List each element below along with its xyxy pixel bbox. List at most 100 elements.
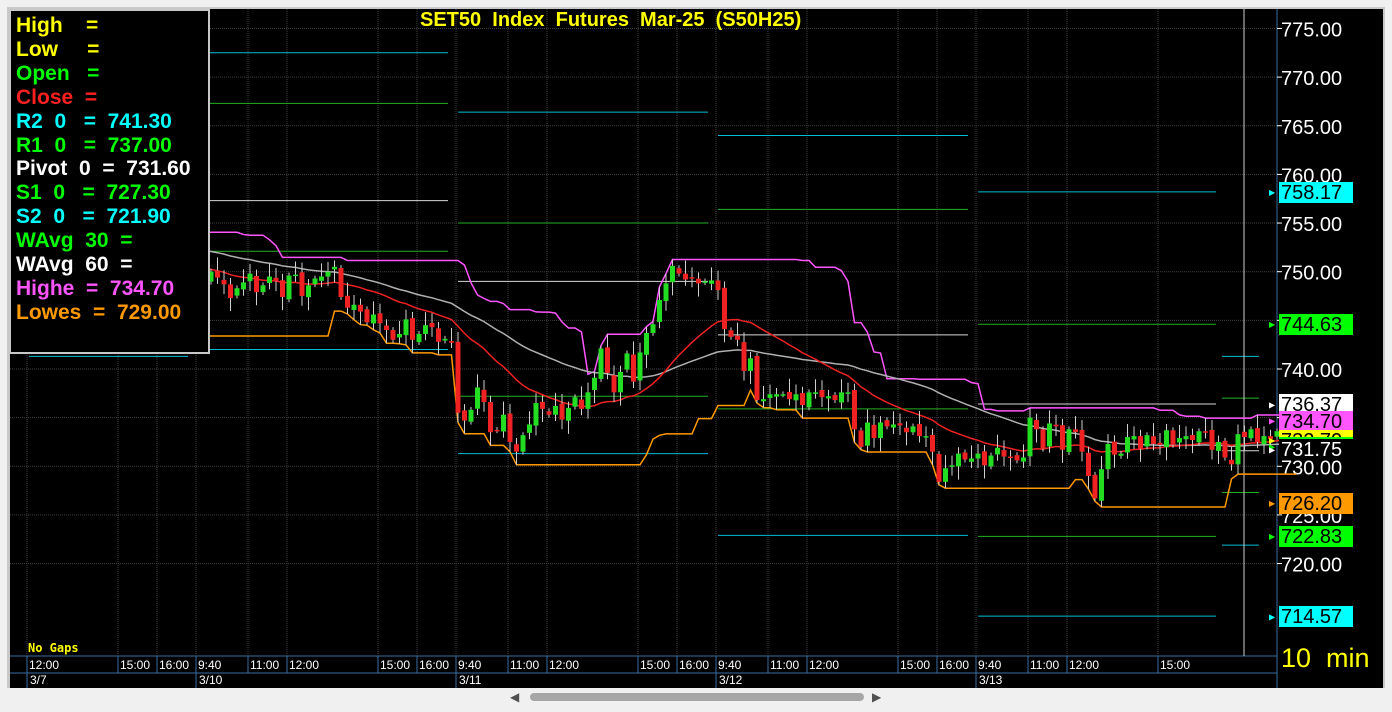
candle-body — [930, 434, 935, 452]
x-time-label: 9:40 — [978, 658, 1002, 672]
candle-body — [852, 390, 857, 430]
y-tick-label: 765.00 — [1281, 117, 1342, 139]
x-time-label: 16:00 — [939, 658, 969, 672]
candle-body — [1183, 436, 1189, 440]
candle-body — [1047, 423, 1052, 447]
candle-body — [267, 276, 272, 283]
horizontal-scrollbar[interactable]: ◀ ▶ — [0, 688, 1392, 708]
candle-body — [696, 278, 701, 284]
candle-body — [436, 328, 441, 342]
scroll-right-arrow-icon[interactable]: ▶ — [872, 690, 881, 704]
candle-body — [956, 453, 961, 467]
x-time-label: 15:00 — [1160, 658, 1190, 672]
candle-body — [1274, 431, 1280, 437]
candle-body — [975, 453, 981, 459]
x-time-label: 15:00 — [900, 658, 930, 672]
scroll-left-arrow-icon[interactable]: ◀ — [510, 690, 519, 704]
price-tag-label: 731.75 — [1281, 439, 1342, 461]
candle-body — [1177, 438, 1182, 443]
candle-body — [559, 403, 565, 420]
chart-title: SET50 Index Futures Mar-25 (S50H25) — [420, 9, 802, 31]
candle-body — [1125, 437, 1130, 453]
chart-window: 775.00770.00765.00760.00755.00750.00745.… — [0, 0, 1392, 712]
scrollbar-thumb[interactable] — [530, 693, 864, 701]
x-time-label: 9:40 — [718, 658, 742, 672]
x-time-label: 9:40 — [458, 658, 482, 672]
x-time-label: 16:00 — [159, 658, 189, 672]
candle-body — [910, 426, 916, 433]
candle-body — [397, 333, 402, 338]
candle-body — [1040, 429, 1046, 449]
candle-body — [345, 295, 350, 308]
candle-body — [1053, 424, 1059, 427]
candle-body — [715, 280, 721, 291]
info-line: WAvg 30 = — [16, 229, 133, 253]
candle-body — [839, 392, 844, 403]
candle-body — [1229, 459, 1234, 465]
info-line: Pivot 0 = 731.60 — [16, 157, 191, 181]
no-gaps-label: No Gaps — [28, 641, 79, 655]
study-values-panel: High = Low = Open = Close = R2 0 = 741.30 R1 … — [9, 9, 210, 354]
candle-body — [1261, 436, 1267, 445]
candle-body — [1092, 474, 1098, 499]
x-time-label: 12:00 — [29, 658, 59, 672]
candle-body — [865, 422, 870, 446]
candle-body — [254, 275, 259, 293]
candle-body — [1079, 429, 1085, 452]
price-tag-label: 726.20 — [1281, 493, 1342, 515]
candle-body — [1170, 430, 1176, 445]
candle-body — [423, 325, 428, 334]
candle-body — [663, 283, 669, 302]
candle-body — [429, 322, 435, 328]
candle-body — [858, 430, 864, 447]
candle-body — [598, 348, 604, 379]
candle-body — [1073, 429, 1078, 433]
x-time-label: 12:00 — [1069, 658, 1099, 672]
candle-body — [520, 435, 526, 452]
candle-body — [884, 420, 890, 427]
candle-body — [670, 265, 675, 283]
candle-body — [611, 375, 617, 393]
price-tag-arrow-icon: ▶ — [1269, 400, 1276, 409]
x-time-label: 15:00 — [120, 658, 150, 672]
candle-body — [702, 281, 708, 283]
candle-body — [475, 387, 480, 409]
candle-body — [923, 436, 929, 438]
candle-body — [819, 390, 825, 398]
y-tick-label: 720.00 — [1281, 555, 1342, 577]
candle-body — [1008, 456, 1013, 459]
candle-body — [286, 275, 292, 300]
candle-body — [332, 266, 337, 270]
x-time-label: 11:00 — [1030, 658, 1059, 672]
candle-body — [1066, 429, 1072, 453]
x-time-label: 11:00 — [250, 658, 279, 672]
candle-body — [566, 407, 571, 421]
candle-body — [618, 371, 623, 393]
candle-body — [644, 332, 649, 355]
x-time-label: 12:00 — [809, 658, 839, 672]
candle-body — [280, 280, 285, 297]
info-line: Highe = 734.70 — [16, 276, 175, 300]
candle-body — [1001, 450, 1007, 457]
x-date-label: 3/11 — [459, 673, 482, 687]
candle-body — [1086, 452, 1091, 477]
candle-body — [221, 279, 227, 285]
candle-body — [722, 287, 727, 330]
y-tick-label: 770.00 — [1281, 68, 1342, 90]
candle-body — [1216, 441, 1221, 451]
candle-body — [488, 402, 493, 433]
candle-body — [995, 447, 1000, 455]
candle-body — [897, 423, 903, 426]
info-line: Lowes = 729.00 — [16, 300, 182, 324]
info-line: S1 0 = 727.30 — [16, 181, 171, 205]
candle-body — [832, 395, 838, 401]
interval-label[interactable]: 10 min — [1281, 643, 1370, 674]
candle-body — [1099, 469, 1104, 501]
candle-body — [377, 313, 383, 324]
candle-body — [1255, 428, 1260, 442]
candle-body — [780, 394, 786, 396]
candle-body — [572, 397, 578, 407]
candle-body — [312, 278, 318, 285]
x-date-label: 3/12 — [719, 673, 743, 687]
price-tag-label: 744.63 — [1281, 314, 1342, 336]
